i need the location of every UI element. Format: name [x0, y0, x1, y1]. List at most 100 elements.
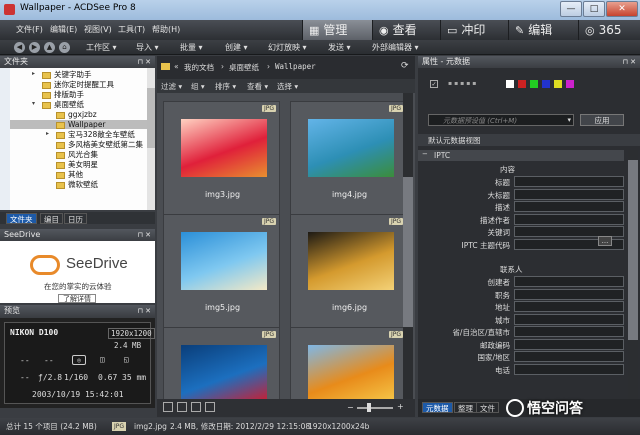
pin-icon[interactable]: ⊓ ✕ [137, 305, 151, 317]
view-mode-icon[interactable] [191, 402, 201, 412]
color-label-icon[interactable] [566, 80, 574, 88]
tab-folders[interactable]: 文件夹 [6, 213, 37, 224]
group-menu[interactable]: 组 ▾ [191, 81, 205, 92]
metadata-view-select[interactable]: 默认元数据视图 [418, 134, 640, 146]
external-editor-menu[interactable]: 外部编辑器 ▾ [372, 42, 419, 53]
import-menu[interactable]: 导入 ▾ [136, 42, 159, 53]
workspace-menu[interactable]: 工作区 ▾ [86, 42, 117, 53]
contact-field-input[interactable] [514, 276, 624, 287]
apply-button[interactable]: 应用 [580, 114, 624, 126]
breadcrumb-current[interactable]: Wallpaper [275, 62, 316, 71]
color-label-icon[interactable] [506, 80, 514, 88]
pin-icon[interactable]: ⊓ ✕ [137, 229, 151, 241]
contact-field-input[interactable] [514, 313, 624, 325]
expand-arrow-icon[interactable]: ▸ [32, 70, 35, 77]
content-field-input[interactable] [514, 188, 624, 200]
color-label-icon[interactable] [542, 80, 550, 88]
mode-develop-tab[interactable]: ▭ 冲印 [440, 20, 508, 40]
zoom-slider[interactable] [357, 407, 393, 409]
tree-item[interactable]: 美女明星 [0, 160, 155, 169]
contact-field-input[interactable] [514, 288, 624, 300]
tab-file[interactable]: 文件 [476, 402, 499, 413]
contact-field-input[interactable] [514, 338, 624, 350]
content-field-input[interactable] [514, 176, 624, 187]
keywords-picker-button[interactable]: ... [598, 236, 612, 246]
color-label-icon[interactable] [518, 80, 526, 88]
props-scrollbar[interactable] [628, 150, 638, 399]
content-field-input[interactable] [514, 201, 624, 212]
view-mode-icon[interactable] [205, 402, 215, 412]
color-label-icon[interactable] [530, 80, 538, 88]
zoom-in-icon[interactable]: + [397, 402, 404, 411]
view-mode-icon[interactable] [163, 402, 173, 412]
thumbnail-item[interactable]: JPG img4.jpg [290, 101, 407, 215]
batch-menu[interactable]: 批量 ▾ [180, 42, 203, 53]
menu-tools[interactable]: 工具(T) [118, 24, 145, 35]
menu-help[interactable]: 帮助(H) [152, 24, 180, 35]
tree-item[interactable]: 关键字助手 [0, 70, 155, 79]
back-icon[interactable]: ◀ [14, 42, 25, 53]
menu-file[interactable]: 文件(F) [16, 24, 43, 35]
expand-arrow-icon[interactable]: ▸ [46, 130, 49, 137]
thumbnail-item[interactable]: JPG img5.jpg [163, 214, 280, 328]
sort-menu[interactable]: 排序 ▾ [215, 81, 236, 92]
up-folder-icon[interactable]: ▲ [44, 42, 55, 53]
tab-calendar[interactable]: 日历 [64, 213, 87, 224]
seedrive-learn-button[interactable]: 了解详情 [58, 294, 96, 303]
tree-item[interactable]: 排版助手 [0, 90, 155, 99]
create-menu[interactable]: 创建 ▾ [225, 42, 248, 53]
filter-menu[interactable]: 过滤 ▾ [161, 81, 182, 92]
view-menu[interactable]: 查看 ▾ [247, 81, 268, 92]
forward-icon[interactable]: ▶ [29, 42, 40, 53]
checkbox-icon[interactable]: ✓ [430, 80, 438, 88]
zoom-out-icon[interactable]: − [347, 403, 354, 412]
breadcrumb-documents[interactable]: 我的文档 [184, 62, 214, 73]
home-icon[interactable]: ⌂ [59, 42, 70, 53]
pin-icon[interactable]: ⊓ ✕ [137, 56, 151, 68]
tab-catalog[interactable]: 编目 [40, 213, 63, 224]
breadcrumb-back-icon[interactable]: « [174, 62, 179, 71]
maximize-button[interactable]: □ [583, 1, 605, 17]
tab-organize[interactable]: 整理 [454, 402, 477, 413]
send-menu[interactable]: 发送 ▾ [328, 42, 351, 53]
mode-view-tab[interactable]: ◉ 查看 [372, 20, 440, 40]
metadata-preset-select[interactable]: 元数据预设值 (Ctrl+M) ▾ [428, 114, 574, 126]
grid-scrollbar[interactable] [403, 93, 413, 399]
thumbnail-item[interactable]: JPGimg8.jpg [290, 327, 407, 399]
mode-365-tab[interactable]: ◎ 365 [578, 20, 640, 40]
view-mode-icon[interactable] [177, 402, 187, 412]
content-field-input[interactable] [514, 213, 624, 225]
tree-item[interactable]: 宝马328敞全车壁纸 [0, 130, 155, 139]
contact-field-input[interactable] [514, 301, 624, 312]
collapse-arrow-icon[interactable]: ▾ [32, 100, 35, 107]
contact-field-input[interactable] [514, 326, 624, 337]
contact-field-input[interactable] [514, 351, 624, 362]
menu-edit[interactable]: 编辑(E) [50, 24, 77, 35]
tree-item[interactable]: 迷你定时提醒工具 [0, 80, 155, 89]
tree-item[interactable]: 桌面壁纸 [0, 100, 155, 109]
tree-item[interactable]: 其他 [0, 170, 155, 179]
close-button[interactable]: ✕ [606, 1, 638, 17]
color-label-icon[interactable] [554, 80, 562, 88]
menu-view[interactable]: 视图(V) [84, 24, 112, 35]
thumbnail-item[interactable]: JPG img3.jpg [163, 101, 280, 215]
select-menu[interactable]: 选择 ▾ [277, 81, 298, 92]
tree-item[interactable]: 微软壁纸 [0, 180, 155, 189]
tree-item[interactable]: 多风格美女壁纸第二集 [0, 140, 155, 149]
pin-icon[interactable]: ⊓ ✕ [622, 56, 636, 68]
tree-scrollbar[interactable] [147, 68, 155, 210]
tree-item-selected[interactable]: Wallpaper [0, 120, 155, 129]
refresh-icon[interactable]: ⟳ [401, 61, 409, 71]
mode-edit-tab[interactable]: ✎ 编辑 [508, 20, 578, 40]
thumbnail-item[interactable]: JPG img6.jpg [290, 214, 407, 328]
tab-metadata[interactable]: 元数据 [422, 402, 453, 413]
rating-boxes[interactable]: ▪▪▪▪▪ [448, 80, 478, 87]
minimize-button[interactable]: — [560, 1, 582, 17]
tree-item[interactable]: ggxjzbz [0, 110, 155, 119]
zoom-slider-handle[interactable] [367, 403, 371, 412]
thumbnail-item[interactable]: JPGimg7.jpg [163, 327, 280, 399]
contact-field-input[interactable] [514, 363, 624, 375]
slideshow-menu[interactable]: 幻灯放映 ▾ [268, 42, 307, 53]
iptc-section-header[interactable]: − IPTC [418, 150, 624, 161]
tree-item[interactable]: 风光合集 [0, 150, 155, 159]
